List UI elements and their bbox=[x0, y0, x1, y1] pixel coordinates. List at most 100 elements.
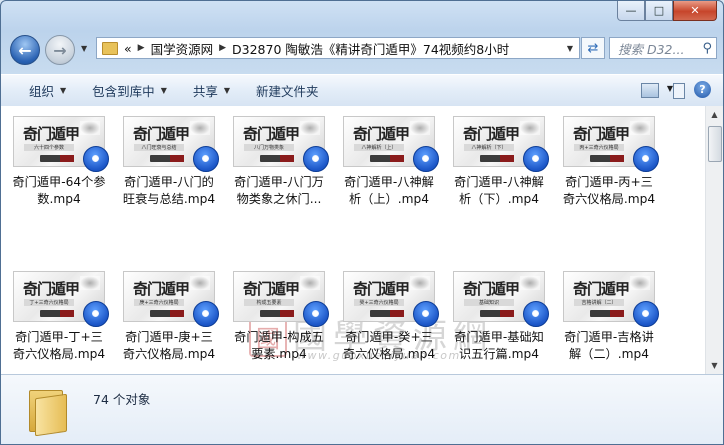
thumbnail-subtitle: 构成五要素 bbox=[244, 299, 294, 306]
thumbnail-title: 奇门遁甲 bbox=[572, 280, 630, 298]
file-item[interactable]: 奇门遁甲 癸+三奇六仪格局 奇门遁甲-癸+三 奇六仪格局.mp4 bbox=[337, 271, 441, 363]
media-player-icon bbox=[83, 301, 109, 327]
thumbnail-subtitle: 丁+三奇六仪格局 bbox=[24, 299, 74, 306]
refresh-icon: ⇄ bbox=[587, 40, 599, 56]
file-name-line-2: 解（二）.mp4 bbox=[569, 347, 649, 361]
file-name-line-1: 奇门遁甲-丙+三 bbox=[565, 175, 653, 189]
vertical-scrollbar[interactable]: ▲ ▼ bbox=[705, 106, 723, 374]
command-bar: 组织 ▼ 包含到库中 ▼ 共享 ▼ 新建文件夹 ▼ ? bbox=[1, 74, 723, 107]
media-player-icon bbox=[633, 146, 659, 172]
file-name: 奇门遁甲-庚+三 奇六仪格局.mp4 bbox=[117, 329, 221, 363]
media-player-icon bbox=[303, 146, 329, 172]
thumbnail-subtitle: 八神解析（下） bbox=[464, 144, 514, 151]
file-name-line-1: 奇门遁甲-癸+三 bbox=[345, 330, 433, 344]
file-item[interactable]: 奇门遁甲 基础知识奇门遁甲-基础知 识五行篇.mp4 bbox=[447, 271, 551, 363]
include-in-library-label: 包含到库中 bbox=[92, 84, 155, 99]
folder-icon bbox=[29, 384, 69, 437]
thumbnail-subtitle: 六十四个参数 bbox=[24, 144, 74, 151]
address-dropdown-icon[interactable]: ▼ bbox=[567, 44, 573, 53]
thumbnail-title: 奇门遁甲 bbox=[22, 280, 80, 298]
folder-icon bbox=[102, 41, 118, 55]
file-name-line-1: 奇门遁甲-八门万 bbox=[234, 175, 324, 189]
thumbnail-subtitle: 庚+三奇六仪格局 bbox=[134, 299, 184, 306]
maximize-button[interactable]: □ bbox=[645, 1, 673, 21]
thumbnail-title: 奇门遁甲 bbox=[352, 280, 410, 298]
preview-pane-icon[interactable] bbox=[673, 83, 685, 99]
file-item[interactable]: 奇门遁甲 吉格讲解（二） 奇门遁甲-吉格讲 解（二）.mp4 bbox=[557, 271, 661, 363]
media-player-icon bbox=[193, 146, 219, 172]
file-name-line-1: 奇门遁甲-八神解 bbox=[454, 175, 544, 189]
refresh-button[interactable]: ⇄ bbox=[581, 37, 605, 59]
organize-label: 组织 bbox=[29, 84, 55, 99]
change-view-icon[interactable] bbox=[641, 83, 659, 98]
breadcrumb-separator-icon[interactable]: ▶ bbox=[138, 43, 145, 53]
share-menu[interactable]: 共享 ▼ bbox=[193, 81, 230, 100]
thumbnail-subtitle: 八门万物类象 bbox=[244, 144, 294, 151]
chevron-down-icon: ▼ bbox=[60, 86, 67, 95]
organize-menu[interactable]: 组织 ▼ bbox=[29, 81, 66, 100]
recent-pages-dropdown-icon[interactable]: ▼ bbox=[81, 44, 87, 53]
breadcrumb-overflow[interactable]: « bbox=[124, 41, 132, 56]
file-name-line-2: 析（下）.mp4 bbox=[459, 192, 539, 206]
thumbnail-title: 奇门遁甲 bbox=[352, 125, 410, 143]
file-item[interactable]: 奇门遁甲 八门旺衰与总结 奇门遁甲-八门的 旺衰与总结.mp4 bbox=[117, 116, 221, 208]
share-label: 共享 bbox=[192, 84, 218, 99]
file-name-line-1: 奇门遁甲-八门的 bbox=[124, 175, 214, 189]
thumbnail-title: 奇门遁甲 bbox=[242, 280, 300, 298]
breadcrumb-item-root[interactable]: 国学资源网 bbox=[151, 39, 214, 58]
close-button[interactable]: ✕ bbox=[673, 1, 717, 21]
include-in-library-menu[interactable]: 包含到库中 ▼ bbox=[92, 81, 167, 100]
file-item[interactable]: 奇门遁甲 庚+三奇六仪格局奇门遁甲-庚+三 奇六仪格局.mp4 bbox=[117, 271, 221, 363]
file-name-line-1: 奇门遁甲-构成五 bbox=[234, 330, 324, 344]
scroll-up-icon[interactable]: ▲ bbox=[706, 106, 723, 123]
media-player-icon bbox=[303, 301, 329, 327]
forward-button[interactable]: → bbox=[45, 35, 75, 65]
file-name-line-2: 奇六仪格局.mp4 bbox=[122, 347, 216, 361]
file-name: 奇门遁甲-癸+三 奇六仪格局.mp4 bbox=[337, 329, 441, 363]
file-name: 奇门遁甲-丁+三 奇六仪格局.mp4 bbox=[7, 329, 111, 363]
media-player-icon bbox=[633, 301, 659, 327]
caption-buttons: — □ ✕ bbox=[617, 1, 717, 21]
scroll-down-icon[interactable]: ▼ bbox=[706, 357, 723, 374]
search-icon[interactable]: ⚲ bbox=[702, 41, 712, 56]
thumbnail-subtitle: 八神解析（上） bbox=[354, 144, 404, 151]
file-name: 奇门遁甲-八神解 析（下）.mp4 bbox=[447, 174, 551, 208]
file-name-line-2: 析（上）.mp4 bbox=[349, 192, 429, 206]
minimize-button[interactable]: — bbox=[617, 1, 645, 21]
file-name: 奇门遁甲-八门的 旺衰与总结.mp4 bbox=[117, 174, 221, 208]
file-name-line-1: 奇门遁甲-八神解 bbox=[344, 175, 434, 189]
help-icon[interactable]: ? bbox=[694, 81, 711, 98]
chevron-down-icon: ▼ bbox=[223, 86, 231, 95]
file-item[interactable]: 奇门遁甲 八神解析（下） 奇门遁甲-八神解 析（下）.mp4 bbox=[447, 116, 551, 208]
navigation-bar: ← → ▼ « ▶ 国学资源网 ▶ D32870 陶敏浩《精讲奇门遁甲》74视频… bbox=[1, 31, 723, 67]
file-name: 奇门遁甲-基础知 识五行篇.mp4 bbox=[447, 329, 551, 363]
breadcrumb-item-current[interactable]: D32870 陶敏浩《精讲奇门遁甲》74视频约8小时 bbox=[232, 39, 509, 58]
item-count: 74 个对象 bbox=[93, 392, 151, 407]
media-player-icon bbox=[523, 301, 549, 327]
file-item[interactable]: 奇门遁甲 丁+三奇六仪格局奇门遁甲-丁+三 奇六仪格局.mp4 bbox=[7, 271, 111, 363]
file-item[interactable]: 奇门遁甲 构成五要素奇门遁甲-构成五 要素.mp4 bbox=[227, 271, 331, 363]
file-name: 奇门遁甲-构成五 要素.mp4 bbox=[227, 329, 331, 363]
search-input[interactable]: 搜索 D32... ⚲ bbox=[609, 37, 717, 59]
thumbnail-subtitle: 基础知识 bbox=[464, 299, 514, 306]
file-item[interactable]: 奇门遁甲 八神解析（上） 奇门遁甲-八神解 析（上）.mp4 bbox=[337, 116, 441, 208]
file-item[interactable]: 奇门遁甲 六十四个参数 奇门遁甲-64个参 数.mp4 bbox=[7, 116, 111, 208]
file-name-line-1: 奇门遁甲-庚+三 bbox=[125, 330, 213, 344]
breadcrumb-separator-icon[interactable]: ▶ bbox=[219, 43, 226, 53]
thumbnail-title: 奇门遁甲 bbox=[132, 280, 190, 298]
file-list: 國 國學資源網 www.guoxueziyuan.com ▲ ▼ 奇门遁甲 六十四… bbox=[1, 106, 723, 374]
media-player-icon bbox=[193, 301, 219, 327]
file-name-line-1: 奇门遁甲-基础知 bbox=[454, 330, 544, 344]
file-item[interactable]: 奇门遁甲 八门万物类象 奇门遁甲-八门万 物类象之休门... bbox=[227, 116, 331, 208]
media-player-icon bbox=[523, 146, 549, 172]
address-bar[interactable]: « ▶ 国学资源网 ▶ D32870 陶敏浩《精讲奇门遁甲》74视频约8小时 ▼ bbox=[96, 37, 580, 59]
scrollbar-thumb[interactable] bbox=[708, 126, 722, 162]
thumbnail-title: 奇门遁甲 bbox=[462, 280, 520, 298]
thumbnail-title: 奇门遁甲 bbox=[462, 125, 520, 143]
new-folder-label: 新建文件夹 bbox=[256, 84, 319, 99]
details-pane: 74 个对象 bbox=[1, 374, 723, 444]
new-folder-button[interactable]: 新建文件夹 bbox=[256, 81, 319, 100]
back-button[interactable]: ← bbox=[10, 35, 40, 65]
media-player-icon bbox=[413, 301, 439, 327]
file-item[interactable]: 奇门遁甲 丙+三奇六仪格局 奇门遁甲-丙+三 奇六仪格局.mp4 bbox=[557, 116, 661, 208]
